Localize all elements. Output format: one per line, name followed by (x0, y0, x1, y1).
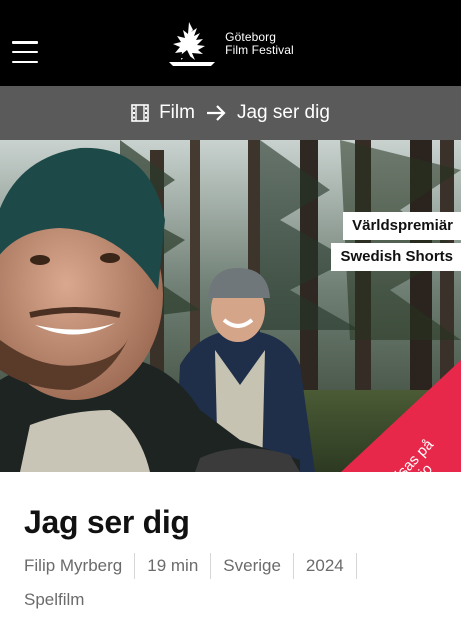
breadcrumb-section-label: Film (159, 102, 195, 123)
film-meta: Filip Myrberg 19 min Sverige 2024 Spelfi… (24, 553, 444, 613)
top-header: Göteborg Film Festival (0, 0, 461, 86)
film-strip-icon (131, 104, 149, 122)
arrow-right-icon (206, 105, 226, 121)
gff-bird-logo-icon (169, 22, 216, 66)
film-director: Filip Myrberg (24, 553, 136, 579)
logo-line-2: Film Festival (225, 43, 294, 57)
film-duration: 19 min (135, 553, 212, 579)
hamburger-menu-icon[interactable] (12, 41, 38, 63)
festival-logo[interactable]: Göteborg Film Festival (167, 20, 294, 68)
film-hero-image: Världspremiär Swedish Shorts Visas på bi… (0, 140, 461, 472)
logo-wordmark: Göteborg Film Festival (225, 31, 294, 57)
film-year: 2024 (294, 553, 357, 579)
film-category: Spelfilm (24, 590, 85, 609)
tag-program-section[interactable]: Swedish Shorts (331, 243, 461, 271)
menu-line (12, 60, 38, 63)
tag-world-premiere: Världspremiär (343, 212, 461, 240)
breadcrumb: Film Jag ser dig (0, 86, 461, 140)
film-country: Sverige (211, 553, 294, 579)
breadcrumb-current: Jag ser dig (236, 102, 330, 123)
film-info: Jag ser dig Filip Myrberg 19 min Sverige… (24, 504, 444, 613)
menu-line (12, 41, 38, 44)
film-title: Jag ser dig (24, 504, 190, 540)
breadcrumb-film-link[interactable]: Film (131, 102, 195, 124)
menu-line (12, 50, 38, 54)
